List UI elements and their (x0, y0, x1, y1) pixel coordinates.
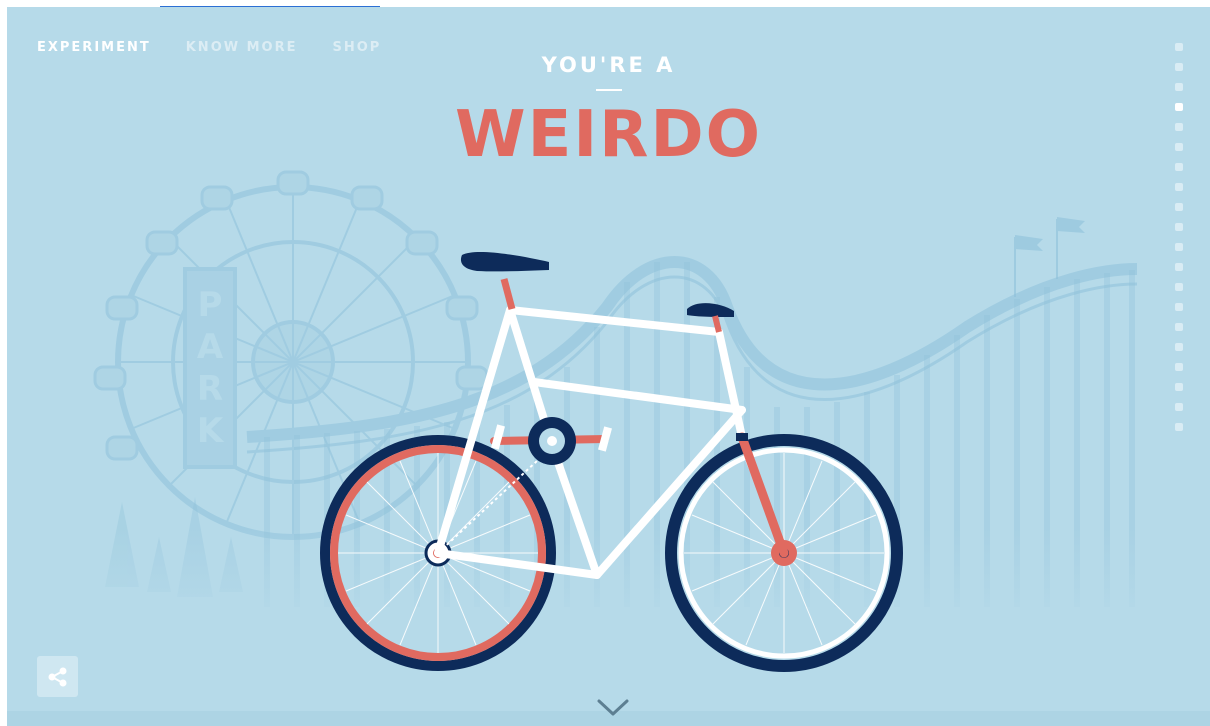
pagination-dots (1175, 43, 1185, 443)
pagination-dot[interactable] (1175, 63, 1183, 71)
pagination-dot[interactable] (1175, 363, 1183, 371)
pagination-dot[interactable] (1175, 223, 1183, 231)
saddle (460, 252, 549, 272)
pagination-dot[interactable] (1175, 103, 1183, 111)
pagination-dot[interactable] (1175, 143, 1183, 151)
pagination-dot[interactable] (1175, 43, 1183, 51)
share-button[interactable] (37, 656, 78, 697)
pagination-dot[interactable] (1175, 323, 1183, 331)
chevron-down-icon[interactable] (596, 695, 630, 719)
handlebar (687, 303, 734, 317)
pagination-dot[interactable] (1175, 303, 1183, 311)
pagination-dot[interactable] (1175, 263, 1183, 271)
pagination-dot[interactable] (1175, 163, 1183, 171)
share-icon (48, 667, 66, 686)
pagination-dot[interactable] (1175, 383, 1183, 391)
pagination-dot[interactable] (1175, 183, 1183, 191)
pagination-dot[interactable] (1175, 423, 1183, 431)
pagination-dot[interactable] (1175, 123, 1183, 131)
pagination-dot[interactable] (1175, 403, 1183, 411)
bicycle-illustration (320, 252, 903, 672)
pagination-dot[interactable] (1175, 343, 1183, 351)
pagination-dot[interactable] (1175, 243, 1183, 251)
pagination-dot[interactable] (1175, 283, 1183, 291)
pagination-dot[interactable] (1175, 203, 1183, 211)
scene: PARK EXPERIMENT KNOW MORE SHOP YOU'RE A … (7, 7, 1210, 726)
pagination-dot[interactable] (1175, 83, 1183, 91)
crankset (490, 417, 612, 465)
